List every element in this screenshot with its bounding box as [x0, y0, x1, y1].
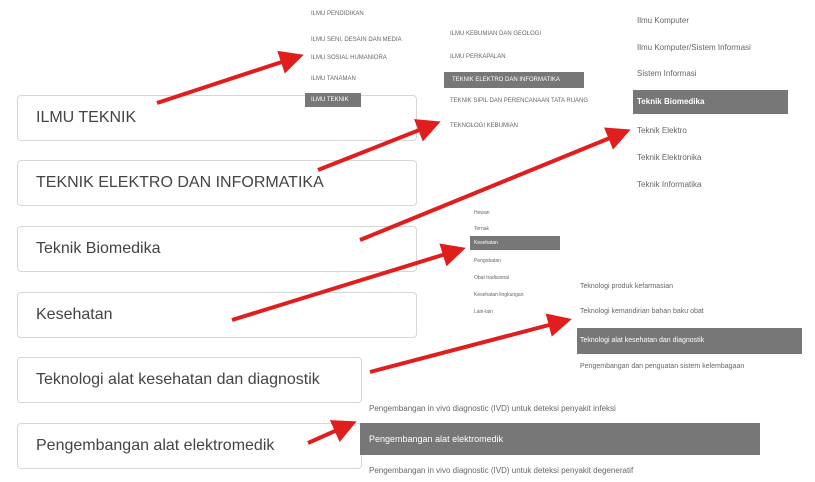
arrow-4	[231, 243, 466, 322]
arrow-2	[317, 119, 441, 172]
arrows-overlay	[156, 50, 631, 445]
arrow-5	[369, 313, 572, 374]
arrow-3	[359, 127, 631, 242]
arrow-1	[156, 50, 304, 105]
arrow-6	[307, 420, 357, 445]
